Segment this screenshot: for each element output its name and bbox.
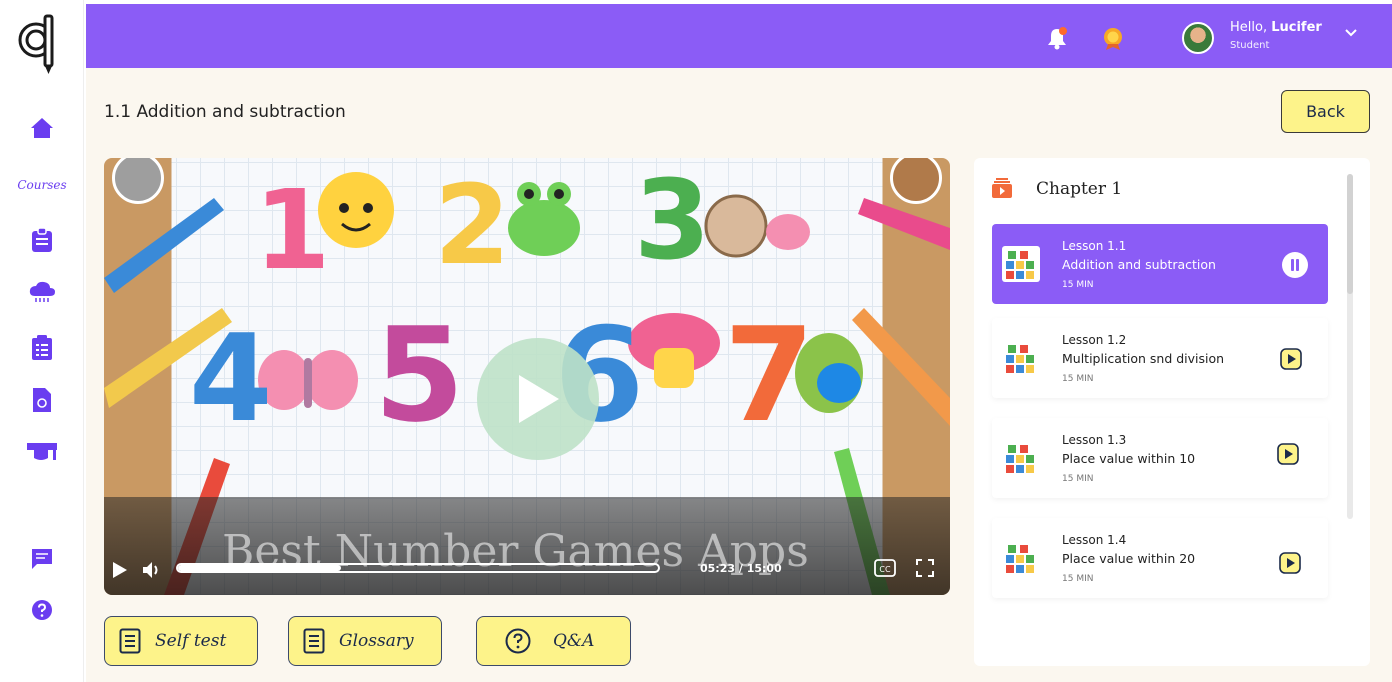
page-title: 1.1 Addition and subtraction [104, 102, 346, 122]
back-button[interactable]: Back [1281, 90, 1370, 133]
lesson-item-1-3[interactable]: Lesson 1.3 Place value within 10 15 MIN [992, 418, 1328, 498]
lesson-item-1-2[interactable]: Lesson 1.2 Multiplication snd division 1… [992, 318, 1328, 398]
lesson-number: Lesson 1.2 [1062, 333, 1127, 347]
lesson-duration: 15 MIN [1062, 374, 1094, 384]
volume-icon[interactable] [142, 561, 162, 579]
user-name: Lucifer [1271, 20, 1322, 35]
number-blocks-icon [1002, 246, 1040, 282]
number-blocks-icon [1002, 440, 1040, 476]
lesson-name: Multiplication snd division [1062, 351, 1225, 366]
play-icon[interactable] [1279, 552, 1301, 574]
cloud-rain-icon [29, 281, 55, 302]
chapter-title: Chapter 1 [1036, 179, 1123, 199]
lesson-number: Lesson 1.1 [1062, 239, 1127, 253]
nav-cloud[interactable] [0, 280, 84, 304]
document-icon [119, 628, 141, 654]
lesson-duration: 15 MIN [1062, 574, 1094, 584]
self-test-button[interactable]: Self test [104, 616, 258, 666]
nav-documents[interactable] [0, 387, 84, 413]
clipboard-icon [32, 227, 52, 252]
play-overlay-button[interactable] [477, 338, 599, 460]
self-test-label: Self test [155, 631, 227, 651]
lesson-item-1-4[interactable]: Lesson 1.4 Place value within 20 15 MIN [992, 518, 1328, 598]
nav-courses[interactable]: Courses [0, 178, 84, 192]
nav-tasks[interactable] [0, 335, 84, 361]
chapter-panel: Chapter 1 Lesson 1.1 Addition and subtra… [974, 158, 1370, 666]
nav-help[interactable] [0, 599, 84, 621]
glossary-button[interactable]: Glossary [288, 616, 442, 666]
help-icon [32, 600, 52, 620]
lesson-list-scrollbar[interactable] [1347, 174, 1353, 519]
question-icon [505, 628, 531, 654]
fullscreen-icon[interactable] [916, 559, 934, 577]
pause-icon[interactable] [1281, 251, 1309, 279]
document-icon [303, 628, 325, 654]
svg-text:3: 3 [634, 158, 711, 284]
scrollbar-thumb[interactable] [1347, 174, 1353, 294]
video-time: 05:23 / 15:00 [700, 562, 782, 575]
user-role: Student [1230, 40, 1270, 51]
lesson-name: Addition and subtraction [1062, 257, 1216, 272]
top-bar: Hello, Lucifer Student [86, 4, 1392, 68]
lesson-item-1-1[interactable]: Lesson 1.1 Addition and subtraction 15 M… [992, 224, 1328, 304]
file-icon [33, 388, 51, 412]
number-blocks-icon [1002, 540, 1040, 576]
nav-assignments[interactable] [0, 227, 84, 253]
sidebar: Courses [0, 0, 84, 682]
app-logo[interactable] [16, 12, 60, 76]
closed-captions-icon[interactable]: CC [874, 559, 896, 577]
svg-text:4: 4 [189, 310, 273, 449]
user-avatar[interactable] [1182, 22, 1214, 54]
play-icon [519, 375, 559, 423]
notification-bell-icon[interactable] [1046, 26, 1068, 50]
svg-text:CC: CC [879, 565, 891, 574]
chevron-down-icon[interactable] [1344, 28, 1358, 38]
video-playlist-icon [992, 178, 1012, 198]
lesson-name: Place value within 20 [1062, 551, 1196, 566]
play-icon[interactable] [1277, 443, 1299, 465]
lesson-name: Place value within 10 [1062, 451, 1196, 466]
checklist-icon [32, 335, 52, 360]
lesson-number: Lesson 1.4 [1062, 533, 1127, 547]
number-blocks-icon [1002, 340, 1040, 376]
nav-home[interactable] [0, 116, 84, 140]
nav-courses-label: Courses [17, 178, 67, 192]
play-icon[interactable] [112, 561, 128, 579]
qa-button[interactable]: Q&A [476, 616, 631, 666]
main-content: 1.1 Addition and subtraction Back 1 2 3 … [86, 68, 1392, 682]
graduation-cap-icon [27, 443, 57, 460]
video-player[interactable]: 1 2 3 4 5 6 7 Best Number Games Apps 05:… [104, 158, 950, 595]
svg-text:7: 7 [724, 299, 814, 451]
qa-label: Q&A [553, 631, 595, 651]
glossary-label: Glossary [339, 631, 414, 651]
lesson-number: Lesson 1.3 [1062, 433, 1127, 447]
nav-messages[interactable] [0, 548, 84, 570]
award-medal-icon[interactable] [1102, 26, 1124, 50]
lesson-duration: 15 MIN [1062, 280, 1094, 290]
play-icon[interactable] [1280, 348, 1302, 370]
lesson-duration: 15 MIN [1062, 474, 1094, 484]
home-icon [31, 118, 53, 138]
chat-icon [32, 549, 52, 569]
greeting-text: Hello, [1230, 20, 1268, 35]
user-greeting[interactable]: Hello, Lucifer [1230, 20, 1322, 35]
nav-graduation[interactable] [0, 440, 84, 462]
svg-text:2: 2 [434, 161, 511, 289]
svg-text:1: 1 [254, 166, 331, 294]
svg-text:5: 5 [374, 299, 464, 451]
